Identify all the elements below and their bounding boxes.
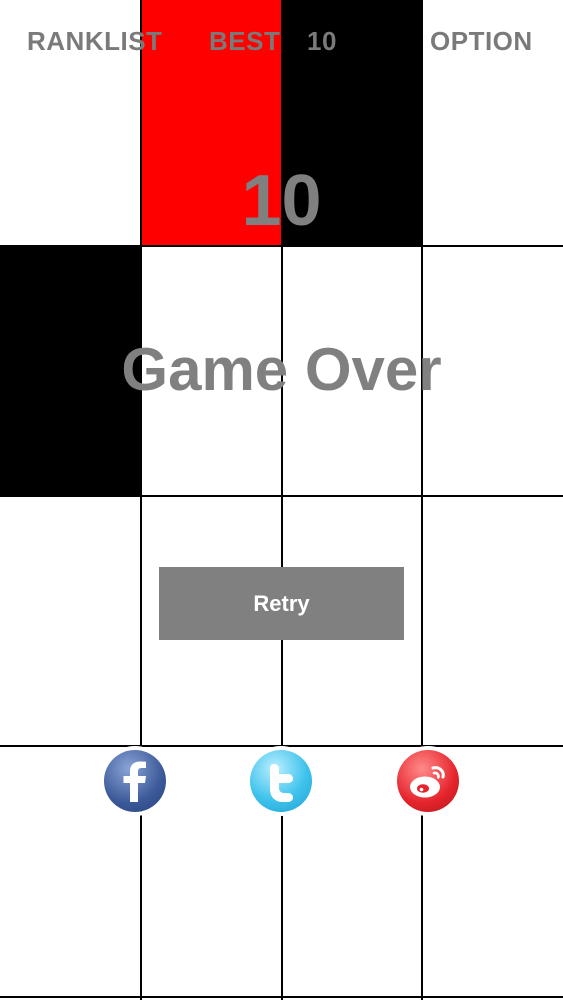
grid-line — [0, 996, 563, 998]
retry-button[interactable]: Retry — [159, 567, 404, 640]
grid-line — [140, 0, 142, 1000]
grid-line — [281, 0, 283, 1000]
best-score: 10 — [307, 26, 337, 56]
grid-line — [0, 745, 563, 747]
grid-line — [421, 0, 423, 1000]
ranklist-button[interactable]: RANKLIST — [27, 26, 162, 57]
current-score: 10 — [241, 161, 322, 241]
game-over-title: Game Over — [121, 336, 442, 403]
best-label: BEST — [209, 26, 281, 56]
facebook-icon[interactable] — [104, 750, 166, 812]
twitter-icon[interactable] — [250, 750, 312, 812]
grid-line — [0, 245, 563, 247]
grid-line — [0, 495, 563, 497]
option-button[interactable]: OPTION — [430, 26, 533, 57]
game-board: RANKLIST BEST 10 OPTION 10 Game Over Ret… — [0, 0, 563, 1000]
weibo-icon[interactable] — [397, 750, 459, 812]
